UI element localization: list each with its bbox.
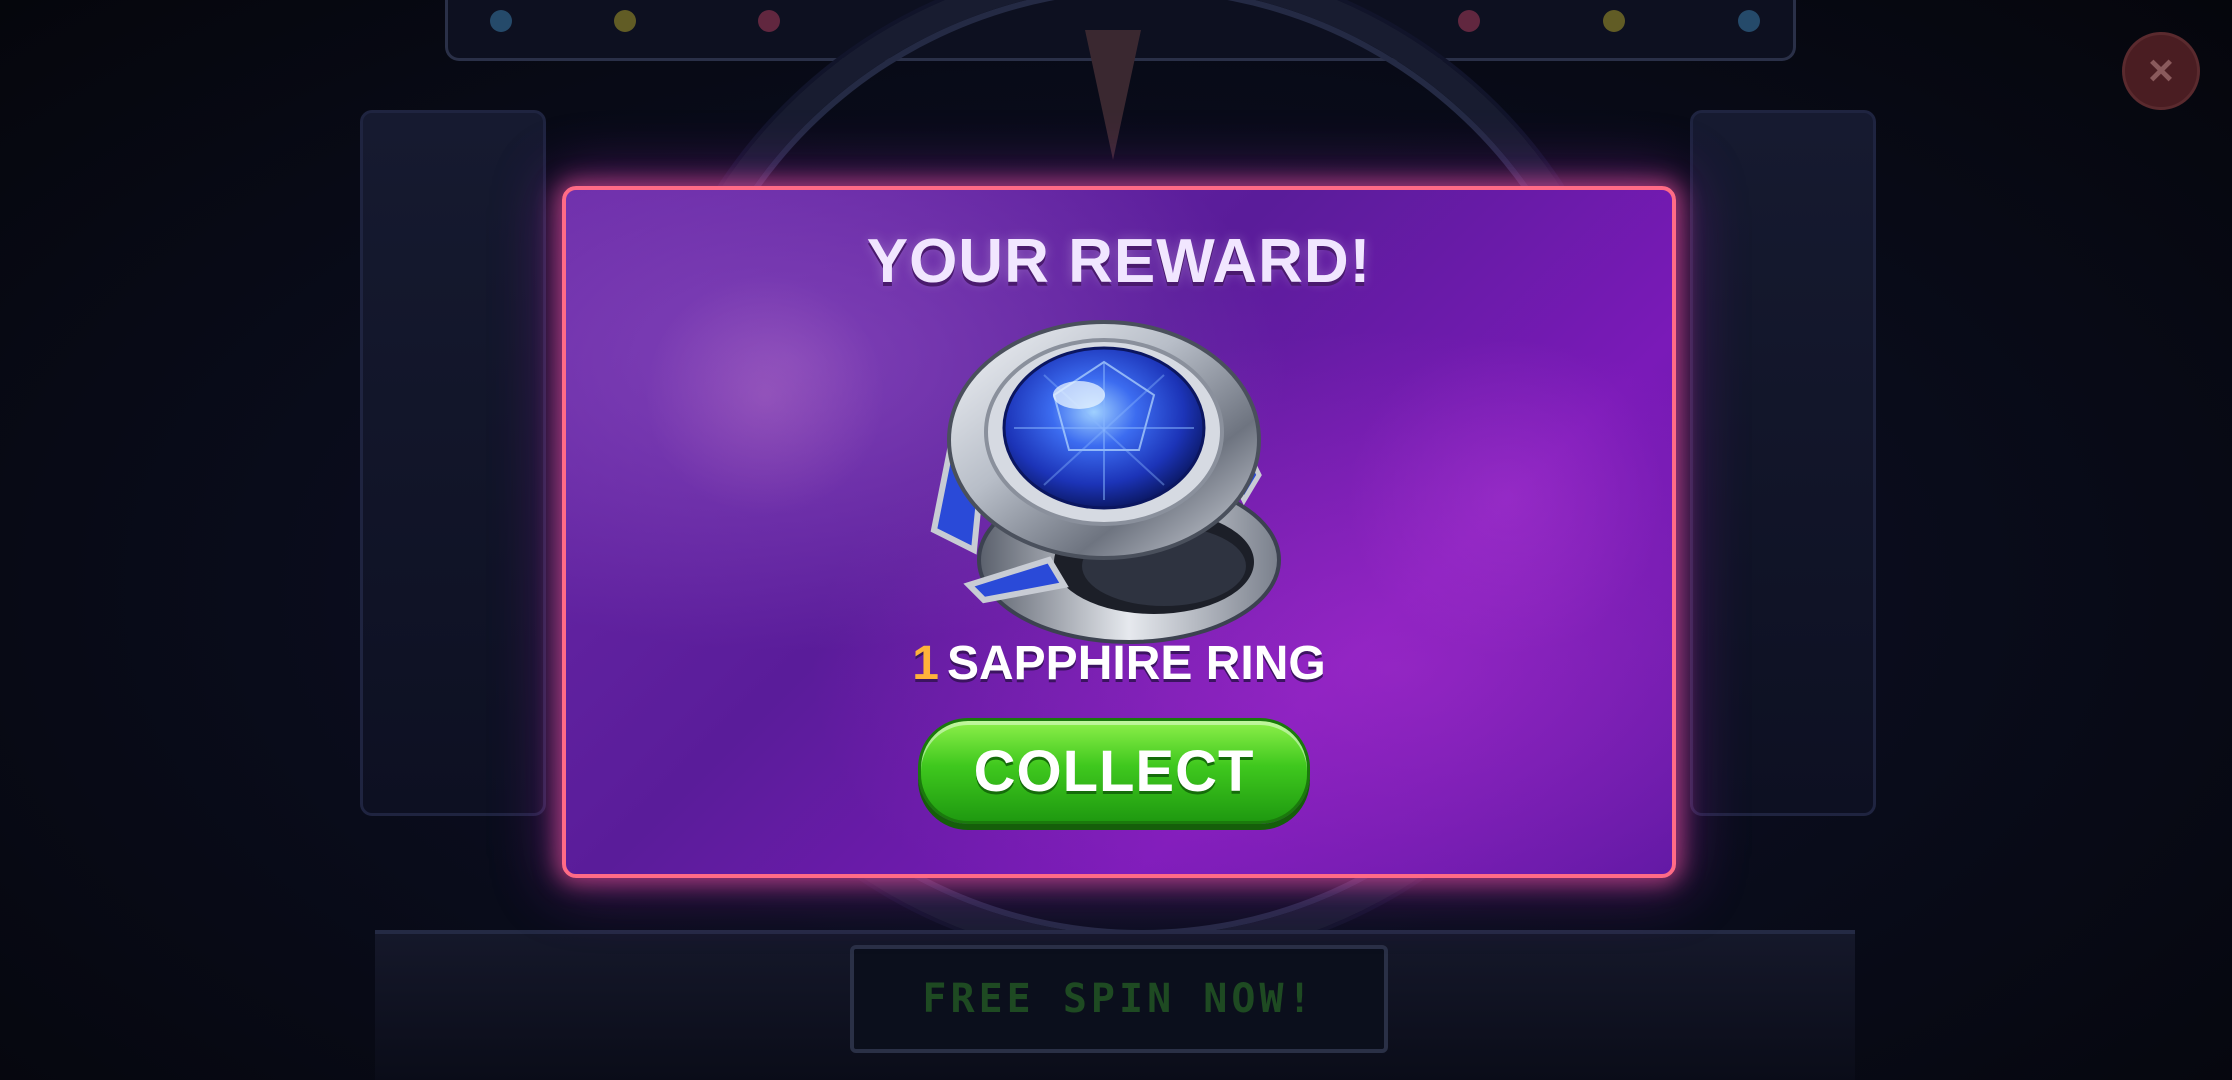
indicator-light	[1738, 10, 1760, 32]
free-spin-label: FREE SPIN NOW!	[850, 945, 1388, 1053]
indicator-light	[1603, 10, 1625, 32]
close-button[interactable]: ×	[2122, 32, 2200, 110]
wheel-pointer-icon	[1085, 30, 1141, 160]
game-screen: FREE SPIN NOW! × YOUR REWARD! 1 SAPPHIRE…	[0, 0, 2232, 1080]
reward-dialog: YOUR REWARD! 1 SAPPHIRE RING COLLECT	[562, 186, 1676, 878]
dialog-title: YOUR REWARD!	[866, 227, 1372, 296]
background-left-column	[360, 110, 546, 816]
indicator-light	[1458, 10, 1480, 32]
background-right-column	[1690, 110, 1876, 816]
collect-button-label: COLLECT	[973, 738, 1255, 804]
indicator-light	[614, 10, 636, 32]
reward-caption: 1 SAPPHIRE RING	[566, 636, 1672, 691]
reward-name: SAPPHIRE RING	[946, 637, 1326, 690]
indicator-light	[490, 10, 512, 32]
reward-quantity: 1	[912, 637, 939, 690]
sapphire-ring-icon	[930, 320, 1281, 644]
collect-button[interactable]: COLLECT	[918, 718, 1310, 824]
indicator-light	[758, 10, 780, 32]
close-icon: ×	[2148, 46, 2174, 95]
